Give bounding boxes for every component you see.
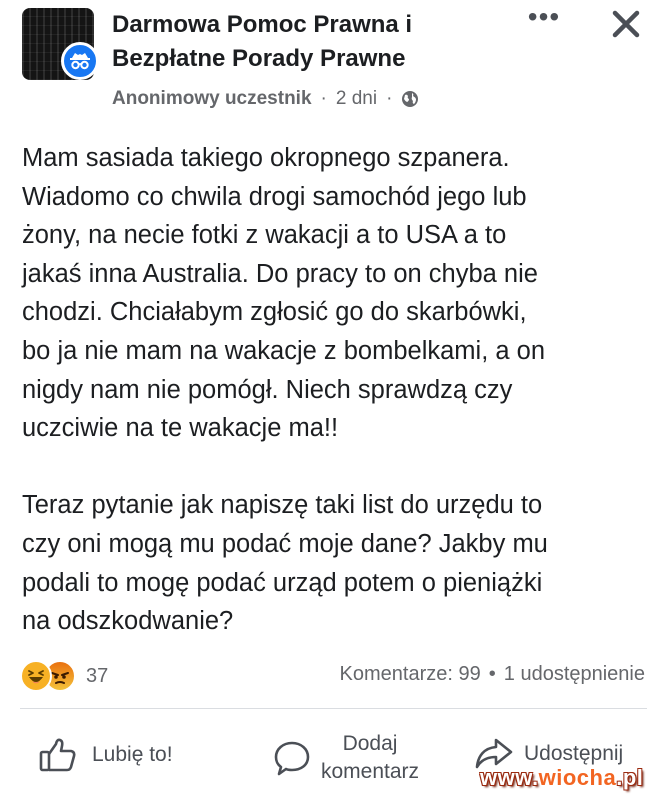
globe-icon <box>401 90 419 108</box>
thumbs-up-icon <box>39 738 76 772</box>
shares-count-link[interactable]: 1 udostępnienie <box>504 663 645 685</box>
reactions-summary[interactable]: 37 <box>20 660 108 692</box>
comment-button[interactable]: Dodaj komentarz <box>272 730 450 786</box>
post-line: bo ja nie mam na wakacje z bombelkami, a… <box>22 336 546 365</box>
close-icon <box>612 10 640 38</box>
group-name-link[interactable]: Darmowa Pomoc Prawna i Bezpłatne Porady … <box>112 8 512 76</box>
meta-separator: · <box>386 88 393 109</box>
comments-count-link[interactable]: Komentarze: 99 <box>340 663 481 685</box>
haha-reaction-icon <box>20 660 52 692</box>
post-meta: Anonimowy uczestnik · 2 dni · <box>112 84 419 114</box>
more-options-button[interactable]: ••• <box>524 3 564 34</box>
post-time[interactable]: 2 dni <box>336 88 377 110</box>
post-line: żony, na necie fotki z wakacji a to USA … <box>22 221 507 250</box>
post-line: na odszkodwanie? <box>22 607 234 636</box>
post-line: nigdy nam nie pomógł. Niech sprawdzą czy <box>22 375 513 404</box>
watermark-suffix: .pl <box>616 765 644 790</box>
post-line: podali to mogę podać urząd potem o pieni… <box>22 568 543 597</box>
post-line: Wiadomo co chwila drogi samochód jego lu… <box>22 182 527 211</box>
more-horizontal-icon: ••• <box>527 1 561 32</box>
like-button[interactable]: Lubię to! <box>38 736 173 774</box>
post-text: Mam sasiada takiego okropnego szpanera. … <box>22 139 647 641</box>
post-line: uczciwie na te wakacje ma!! <box>22 414 339 443</box>
post-line: jakaś inna Australia. Do pracy to on chy… <box>22 259 538 288</box>
post-line: Teraz pytanie jak napiszę taki list do u… <box>22 491 543 520</box>
watermark-brand: wiocha <box>538 765 617 790</box>
reaction-count: 37 <box>86 664 109 687</box>
comment-label: Dodaj komentarz <box>320 732 420 783</box>
post-line: chodzi. Chciałabym zgłosić go do skarbów… <box>22 298 527 327</box>
post-line: czy oni mogą mu podać moje dane? Jakby m… <box>22 529 548 558</box>
anonymous-member-icon <box>61 42 99 80</box>
site-watermark: www.wiocha.pl <box>480 765 643 791</box>
share-label: Udostępnij <box>524 742 624 765</box>
meta-separator: · <box>320 88 327 109</box>
like-label: Lubię to! <box>92 743 173 766</box>
post-line: Mam sasiada takiego okropnego szpanera. <box>22 144 510 172</box>
stats-separator: • <box>488 663 496 685</box>
author-name[interactable]: Anonimowy uczestnik <box>112 88 312 110</box>
close-button[interactable] <box>606 4 646 44</box>
divider <box>20 708 647 709</box>
watermark-prefix: www. <box>480 765 539 790</box>
engagement-stats: Komentarze: 99 • 1 udostępnienie <box>340 663 645 686</box>
